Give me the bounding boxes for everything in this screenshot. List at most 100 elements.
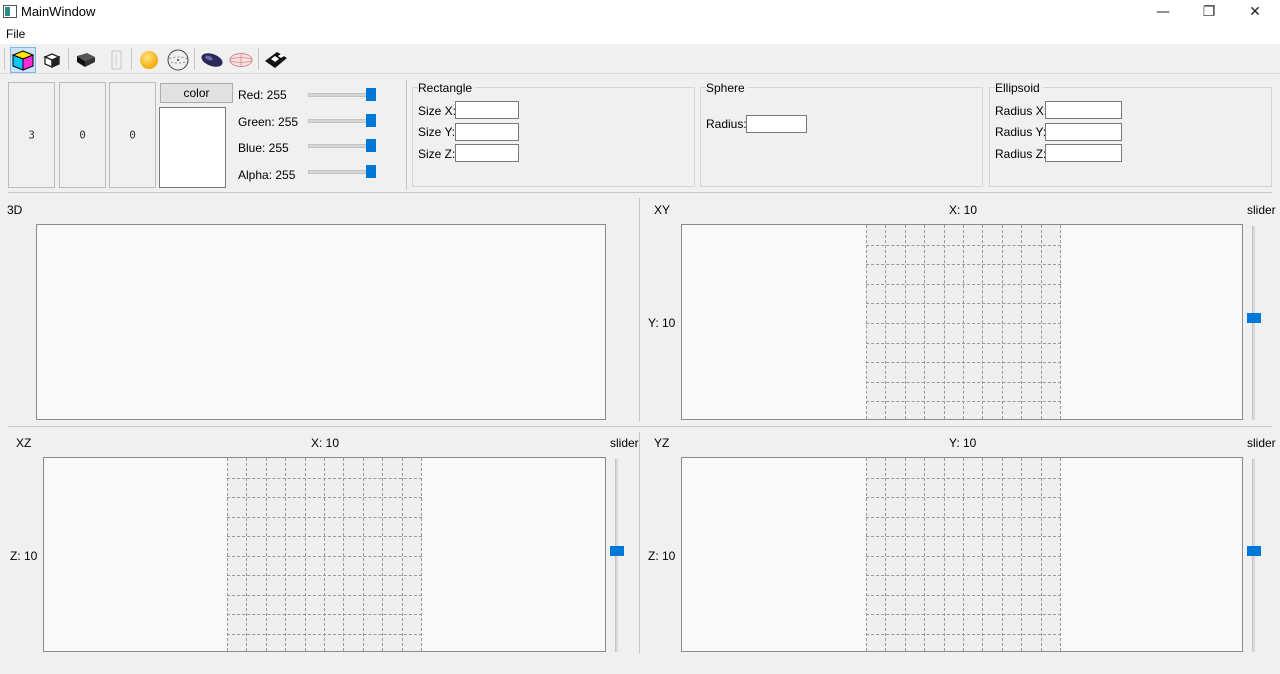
minimize-button[interactable]: — xyxy=(1140,0,1186,24)
grid-line xyxy=(227,595,422,596)
sphere-outline-icon xyxy=(167,49,189,71)
view-yz-slider-thumb[interactable] xyxy=(1247,545,1261,556)
restore-icon: ❐ xyxy=(1202,4,1216,20)
separator xyxy=(639,198,640,422)
rectangle-title: Rectangle xyxy=(418,81,476,95)
ellipsoid-tool[interactable] xyxy=(199,47,225,73)
view-xy-title: XY xyxy=(654,203,671,217)
minimize-icon: — xyxy=(1156,4,1170,20)
eraser-tool[interactable] xyxy=(263,47,289,73)
view-xy-canvas[interactable] xyxy=(681,224,1243,420)
color-button[interactable]: color xyxy=(160,83,233,103)
radius-field[interactable] xyxy=(746,115,807,133)
ellipsoid-outline-tool[interactable] xyxy=(228,47,254,73)
alpha-slider[interactable] xyxy=(308,165,376,178)
red-slider-thumb[interactable] xyxy=(366,88,376,101)
grid-line xyxy=(266,458,267,651)
grid-line xyxy=(1002,458,1003,651)
view-xz-slider-thumb[interactable] xyxy=(610,545,624,556)
sphere-tool[interactable] xyxy=(136,47,162,73)
grid-line xyxy=(866,575,1061,576)
grid-line xyxy=(866,595,1061,596)
separator xyxy=(8,426,1272,427)
grid-line xyxy=(227,478,422,479)
grid-line xyxy=(324,458,325,651)
red-label: Red: 255 xyxy=(238,88,287,102)
alpha-slider-thumb[interactable] xyxy=(366,165,376,178)
ellipsoid-title: Ellipsoid xyxy=(995,81,1043,95)
view-xy-slider-thumb[interactable] xyxy=(1247,313,1261,323)
grid-line xyxy=(1041,225,1042,419)
layer-box-2[interactable]: 0 xyxy=(59,82,106,188)
grid-line xyxy=(246,458,247,651)
green-slider[interactable] xyxy=(308,114,376,127)
grid-line xyxy=(305,458,306,651)
view-xz-slider[interactable] xyxy=(610,459,624,652)
close-icon: ✕ xyxy=(1249,4,1261,20)
grid-line xyxy=(866,458,867,651)
sphere-outline-tool[interactable] xyxy=(165,47,191,73)
grid-line xyxy=(227,517,422,518)
blue-slider-thumb[interactable] xyxy=(366,139,376,152)
grid-line xyxy=(866,225,867,419)
toolbar-separator xyxy=(68,48,69,70)
restore-button[interactable]: ❐ xyxy=(1186,0,1232,24)
close-button[interactable]: ✕ xyxy=(1232,0,1278,24)
view-3d-canvas[interactable] xyxy=(36,224,606,420)
separator xyxy=(406,80,407,190)
separator xyxy=(8,192,1272,193)
red-slider[interactable] xyxy=(308,88,376,101)
view-xy-slider[interactable] xyxy=(1247,226,1261,420)
grid-line xyxy=(866,401,1061,402)
title-bar: MainWindow — ❐ ✕ xyxy=(0,0,1280,24)
grid-line xyxy=(944,225,945,419)
size-y-field[interactable] xyxy=(455,123,519,141)
grid-line xyxy=(866,556,1061,557)
grid-line xyxy=(1021,225,1022,419)
grid-line xyxy=(885,458,886,651)
blue-slider[interactable] xyxy=(308,139,376,152)
radius-z-field[interactable] xyxy=(1045,144,1122,162)
menu-bar: File xyxy=(0,24,1280,44)
radius-x-label: Radius X: xyxy=(995,104,1048,118)
size-z-label: Size Z: xyxy=(418,147,456,161)
view-yz-slider[interactable] xyxy=(1247,459,1261,652)
grid-line xyxy=(866,382,1061,383)
box-dark-tool[interactable] xyxy=(72,47,98,73)
size-z-field[interactable] xyxy=(455,144,519,162)
grid-line xyxy=(963,225,964,419)
menu-file[interactable]: File xyxy=(6,27,25,41)
layer-box-3[interactable]: 0 xyxy=(109,82,156,188)
cube-tool[interactable] xyxy=(39,47,65,73)
view-xz-canvas[interactable] xyxy=(43,457,606,652)
radius-label: Radius: xyxy=(706,117,747,131)
color-preview xyxy=(159,107,226,188)
grid-line xyxy=(905,458,906,651)
grid-line xyxy=(866,536,1061,537)
view-xz-axis-left: Z: 10 xyxy=(10,549,38,563)
grid-line xyxy=(227,575,422,576)
radius-x-field[interactable] xyxy=(1045,101,1122,119)
grid-line xyxy=(866,614,1061,615)
grid-line xyxy=(1060,458,1061,651)
grid-line xyxy=(866,323,1061,324)
radius-y-field[interactable] xyxy=(1045,123,1122,141)
grid-line xyxy=(866,303,1061,304)
layer-box-value: 0 xyxy=(79,128,86,142)
grid-line xyxy=(905,225,906,419)
cube-color-tool[interactable] xyxy=(10,47,36,73)
grid-line xyxy=(866,284,1061,285)
grid-line xyxy=(227,536,422,537)
size-x-field[interactable] xyxy=(455,101,519,119)
layer-box-1[interactable]: 3 xyxy=(8,82,55,188)
green-slider-thumb[interactable] xyxy=(366,114,376,127)
view-xz-slider-label: slider xyxy=(610,436,639,450)
size-y-label: Size Y: xyxy=(418,125,456,139)
layer-box-value: 3 xyxy=(28,128,35,142)
box-outline-tool[interactable] xyxy=(103,47,129,73)
view-yz-canvas[interactable] xyxy=(681,457,1243,652)
view-yz-title: YZ xyxy=(654,436,670,450)
layer-box-value: 0 xyxy=(129,128,136,142)
cube-icon xyxy=(43,53,61,68)
grid-line xyxy=(982,458,983,651)
